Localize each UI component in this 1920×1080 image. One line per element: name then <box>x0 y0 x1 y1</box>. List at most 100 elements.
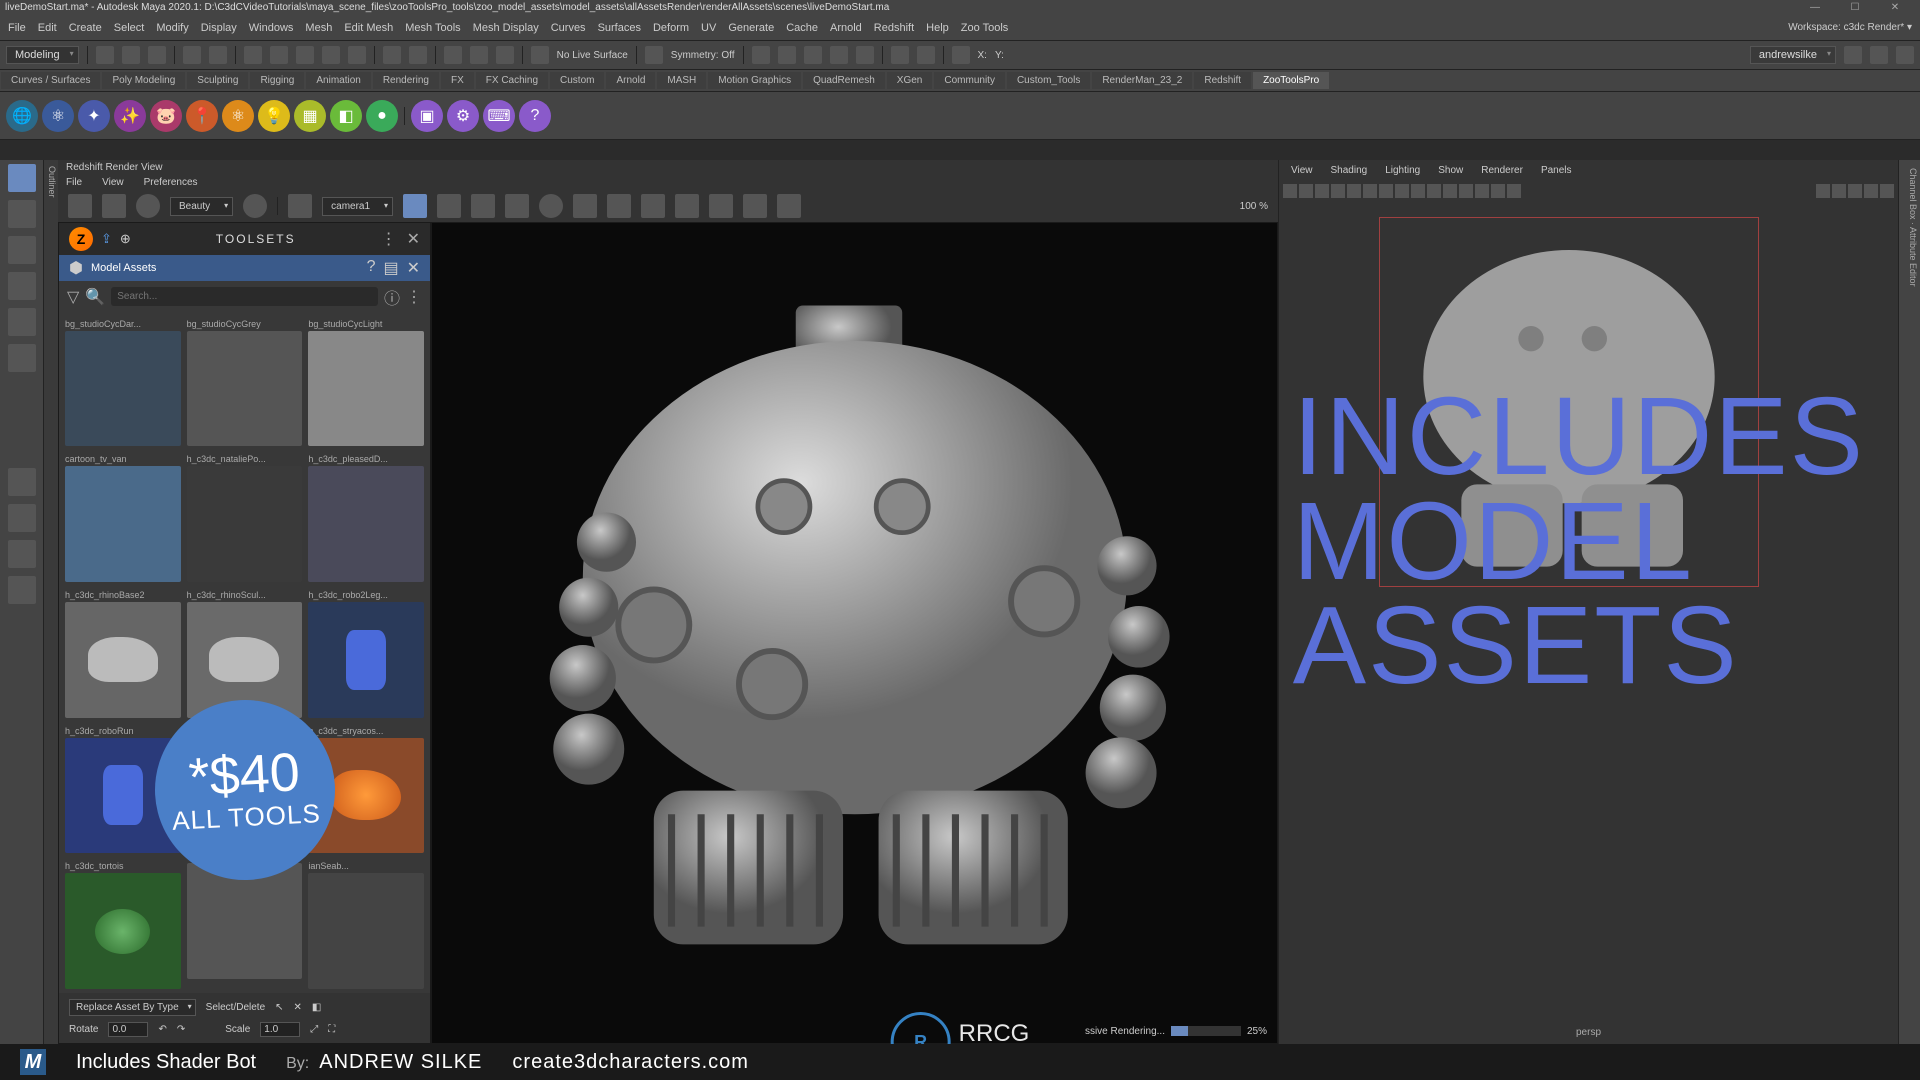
vp-ic-r5[interactable] <box>1880 184 1894 198</box>
rv-menu-view[interactable]: View <box>102 177 124 188</box>
share-icon[interactable]: ⇪ <box>101 231 112 247</box>
expand-icon[interactable]: ⛶ <box>328 1024 335 1035</box>
asset-item[interactable]: cartoon_tv_van <box>65 452 181 582</box>
shelf-tab-curves-surfaces[interactable]: Curves / Surfaces <box>1 72 100 89</box>
more-search-icon[interactable]: ⋮ <box>406 287 422 307</box>
sc-icon-1[interactable] <box>752 46 770 64</box>
menu-modify[interactable]: Modify <box>156 22 188 34</box>
rv-color-icon[interactable] <box>243 194 267 218</box>
asset-item[interactable]: bg_studioCycDar... <box>65 317 181 447</box>
xyz-icon[interactable] <box>952 46 970 64</box>
menu-select[interactable]: Select <box>114 22 145 34</box>
zoo-pose-icon[interactable]: ✦ <box>78 100 110 132</box>
asset-item[interactable]: h_c3dc_pleasedD... <box>308 452 424 582</box>
sc-icon-2[interactable] <box>778 46 796 64</box>
select-tool[interactable] <box>8 164 36 192</box>
menu-deform[interactable]: Deform <box>653 22 689 34</box>
ipr-icon[interactable] <box>470 46 488 64</box>
menu-curves[interactable]: Curves <box>551 22 586 34</box>
menu-uv[interactable]: UV <box>701 22 716 34</box>
shelf-tab-rendering[interactable]: Rendering <box>373 72 439 89</box>
rotate-tool[interactable] <box>8 308 36 336</box>
collapse-icon[interactable]: ⤢ <box>310 1024 318 1035</box>
vp-ic-5[interactable] <box>1347 184 1361 198</box>
zoo-globe-icon[interactable]: 🌐 <box>6 100 38 132</box>
shelf-tab-redshift[interactable]: Redshift <box>1194 72 1251 89</box>
menu-surfaces[interactable]: Surfaces <box>598 22 641 34</box>
rotate-value[interactable] <box>108 1022 148 1037</box>
info-icon[interactable]: ⓘ <box>384 285 400 309</box>
account-dropdown[interactable]: andrewsilke <box>1750 46 1836 64</box>
shelf-tab-sculpting[interactable]: Sculpting <box>187 72 248 89</box>
menu-mesh-display[interactable]: Mesh Display <box>473 22 539 34</box>
side-tabs[interactable]: Channel Box · Attribute Editor <box>1898 160 1920 1044</box>
zoo-magic-icon[interactable]: ✨ <box>114 100 146 132</box>
replace-type-dropdown[interactable]: Replace Asset By Type <box>69 999 196 1016</box>
rv-frame-icon[interactable] <box>102 194 126 218</box>
shelf-tab-custom[interactable]: Custom <box>550 72 604 89</box>
shelf-tab-fx-caching[interactable]: FX Caching <box>476 72 548 89</box>
select-delete-label[interactable]: Select/Delete <box>206 1002 265 1013</box>
sc-icon-5[interactable] <box>856 46 874 64</box>
menu-help[interactable]: Help <box>926 22 949 34</box>
rv-2-icon[interactable] <box>641 194 665 218</box>
snap-curve-icon[interactable] <box>270 46 288 64</box>
zoo-pig-icon[interactable]: 🐷 <box>150 100 182 132</box>
ts-layout-icon[interactable]: ▤ <box>383 258 398 278</box>
rv-snap-icon[interactable] <box>68 194 92 218</box>
menu-generate[interactable]: Generate <box>728 22 774 34</box>
save-icon[interactable] <box>148 46 166 64</box>
marking-icon[interactable] <box>1870 46 1888 64</box>
outliner-tab[interactable]: Outliner <box>44 160 58 1044</box>
zoo-pin-icon[interactable]: 📍 <box>186 100 218 132</box>
shelf-tab-fx[interactable]: FX <box>441 72 474 89</box>
undo-icon[interactable] <box>183 46 201 64</box>
outliner-icon[interactable] <box>8 468 36 496</box>
ts-close-icon[interactable]: ✕ <box>407 229 420 249</box>
zoo-help-icon[interactable]: ? <box>519 100 551 132</box>
shelf-tab-zootoolspro[interactable]: ZooToolsPro <box>1253 72 1329 89</box>
delete-asset-icon[interactable]: ✕ <box>294 1002 302 1013</box>
render-icon[interactable] <box>444 46 462 64</box>
play-icon[interactable] <box>891 46 909 64</box>
mode-dropdown[interactable]: Modeling <box>6 46 79 64</box>
sc-icon-3[interactable] <box>804 46 822 64</box>
zoo-nodes-icon[interactable]: ⚛ <box>42 100 74 132</box>
zoo-atom-icon[interactable]: ⚛ <box>222 100 254 132</box>
menu-zoo-tools[interactable]: Zoo Tools <box>961 22 1009 34</box>
close-btn[interactable]: ✕ <box>1875 2 1915 13</box>
menu-mesh[interactable]: Mesh <box>305 22 332 34</box>
scale-value[interactable] <box>260 1022 300 1037</box>
vp-ic-6[interactable] <box>1363 184 1377 198</box>
rv-img-icon[interactable] <box>709 194 733 218</box>
zoo-bulb-icon[interactable]: 💡 <box>258 100 290 132</box>
rv-1-icon[interactable] <box>607 194 631 218</box>
sc-icon-4[interactable] <box>830 46 848 64</box>
menu-mesh-tools[interactable]: Mesh Tools <box>405 22 460 34</box>
vp-menu-show[interactable]: Show <box>1438 165 1463 176</box>
add-tab-icon[interactable]: ⊕ <box>120 231 131 247</box>
rv-menu-file[interactable]: File <box>66 177 82 188</box>
menu-arnold[interactable]: Arnold <box>830 22 862 34</box>
zoo-cube-icon[interactable]: ◧ <box>330 100 362 132</box>
move-tool[interactable] <box>8 272 36 300</box>
maximize-btn[interactable]: ☐ <box>1835 2 1875 13</box>
menu-edit[interactable]: Edit <box>38 22 57 34</box>
vp-ic-8[interactable] <box>1395 184 1409 198</box>
shelf-ed-icon[interactable] <box>1844 46 1862 64</box>
minimize-btn[interactable]: — <box>1795 2 1835 13</box>
rv-sun-icon[interactable] <box>573 194 597 218</box>
rv-3-icon[interactable] <box>675 194 699 218</box>
vp-ic-7[interactable] <box>1379 184 1393 198</box>
menu-display[interactable]: Display <box>201 22 237 34</box>
shelf-tab-rigging[interactable]: Rigging <box>250 72 304 89</box>
zoo-window-icon[interactable]: ▣ <box>411 100 443 132</box>
asset-item[interactable]: h_c3dc_robo2Leg... <box>308 588 424 718</box>
vp-menu-lighting[interactable]: Lighting <box>1385 165 1420 176</box>
search-input[interactable] <box>111 287 378 306</box>
vp-ic-r1[interactable] <box>1816 184 1830 198</box>
sym-icon[interactable] <box>645 46 663 64</box>
rv-camera-dropdown[interactable]: camera1 <box>322 197 393 216</box>
snap-plane-icon[interactable] <box>322 46 340 64</box>
layout-1-icon[interactable] <box>8 504 36 532</box>
